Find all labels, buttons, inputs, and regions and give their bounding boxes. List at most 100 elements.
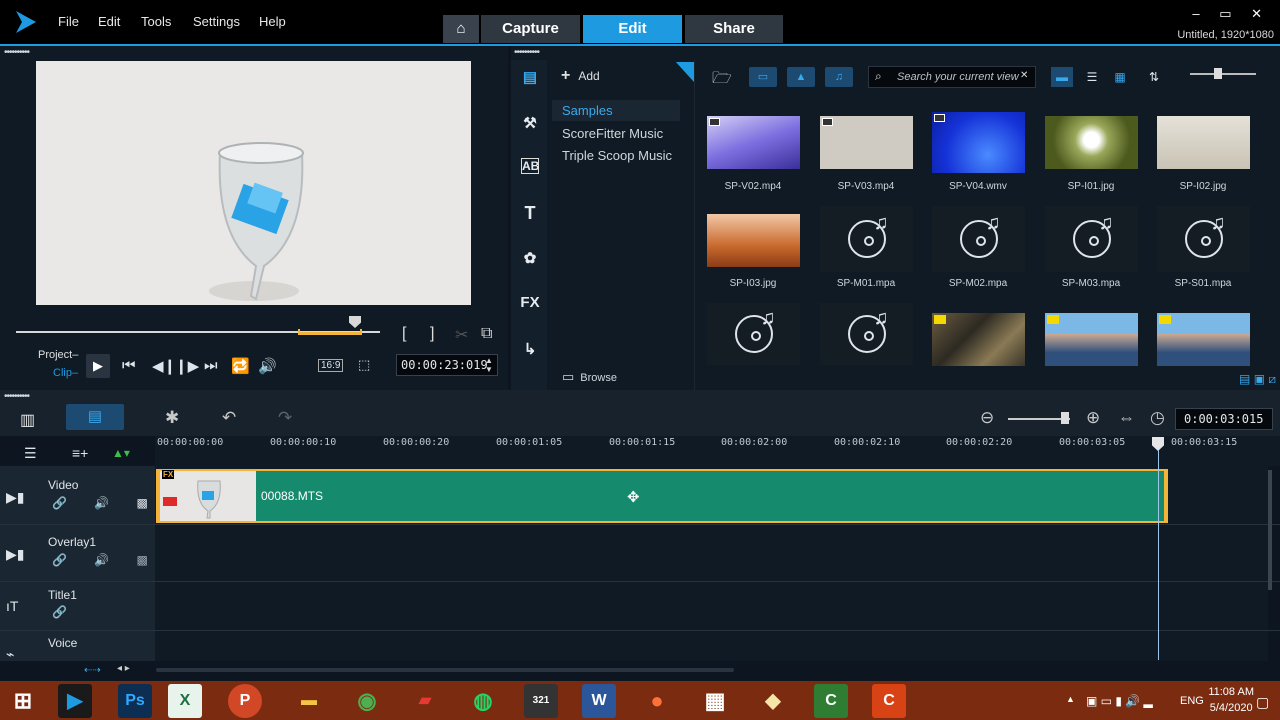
trim-selection[interactable] [298, 329, 362, 335]
aspect-ratio-button[interactable]: 16:9 [318, 359, 344, 372]
previous-frame-icon[interactable]: ◀❙ [152, 357, 176, 375]
media-thumb[interactable] [1045, 206, 1138, 272]
menu-file[interactable]: File [58, 14, 79, 29]
media-thumb[interactable] [932, 313, 1025, 366]
path-icon[interactable]: ↳ [518, 340, 542, 358]
filter-fx-icon[interactable]: FX [518, 294, 542, 311]
media-icon[interactable]: ▤ [518, 68, 542, 86]
powerpoint-taskbar-icon[interactable]: P [228, 684, 262, 718]
scroll-left-icon[interactable]: ◂ ▸ [117, 663, 130, 674]
add-track-icon[interactable]: ≡+ [72, 445, 88, 461]
vertical-scrollbar[interactable] [1268, 470, 1272, 590]
library-view-toggle[interactable]: ▤ ▣ ⧄ [1239, 372, 1276, 387]
thumbnail-size-knob[interactable] [1214, 68, 1222, 79]
clear-search-icon[interactable]: ✕ [1020, 70, 1028, 81]
redo-icon[interactable]: ↷ [278, 408, 292, 428]
timeline-zoom-knob[interactable] [1061, 412, 1069, 424]
show-videos-button[interactable]: ▭ [749, 67, 777, 87]
player-timecode[interactable]: 00:00:23:019 [396, 354, 498, 376]
timeline-view-button[interactable]: ▤ [66, 404, 124, 430]
thumbnail-size-slider[interactable] [1190, 73, 1256, 75]
book-app-icon[interactable]: ▰ [408, 684, 442, 718]
transition-icon[interactable]: AB [521, 158, 539, 174]
horizontal-scrollbar[interactable] [156, 668, 734, 672]
camtasia-recorder-icon[interactable]: C [872, 684, 906, 718]
sticky-notes-icon[interactable]: ◆ [756, 684, 790, 718]
window-controls[interactable]: – ▭ ✕ [1192, 6, 1270, 22]
media-thumb[interactable] [820, 206, 913, 272]
menu-tools[interactable]: Tools [141, 14, 171, 29]
thumbnail-view-icon[interactable]: ▬ [1051, 67, 1073, 87]
chrome-icon[interactable]: ◉ [350, 684, 384, 718]
tab-capture[interactable]: Capture [481, 15, 580, 43]
graphics-icon[interactable]: ✿ [518, 249, 542, 267]
timeline-grip[interactable]: •••••••••• [4, 392, 30, 402]
media-thumb[interactable] [1157, 313, 1250, 366]
grid-view-icon[interactable]: ▦ [1109, 67, 1131, 87]
browse-button[interactable]: ▭ Browse [562, 369, 617, 385]
show-audio-button[interactable]: ♫ [825, 67, 853, 87]
whatsapp-icon[interactable]: ◍ [466, 684, 500, 718]
camtasia-green-icon[interactable]: C [814, 684, 848, 718]
track-name-title1[interactable]: Title1 [48, 588, 77, 602]
media-thumb[interactable] [932, 206, 1025, 272]
track-name-video[interactable]: Video [48, 478, 78, 492]
chapter-marker-icon[interactable]: ▲▾ [112, 446, 130, 460]
import-media-icon[interactable]: 🗁 [712, 67, 732, 94]
repeat-icon[interactable]: 🔁 [231, 357, 250, 375]
clip-mode-label[interactable]: Clip– [53, 367, 78, 379]
video-track-controls[interactable]: 🔗 🔊 ▩ [52, 496, 160, 510]
mark-out-button[interactable]: ] [430, 325, 434, 343]
tab-edit[interactable]: Edit [583, 15, 682, 43]
media-thumb[interactable] [932, 112, 1025, 173]
firefox-icon[interactable]: ● [640, 684, 674, 718]
windows-start-icon[interactable]: ⊞ [6, 684, 40, 718]
media-thumb[interactable] [820, 116, 913, 169]
title-icon[interactable]: T [518, 203, 542, 224]
enlarge-preview-icon[interactable]: ⧉ [481, 325, 492, 343]
panel-grip[interactable]: •••••••••• [4, 48, 30, 58]
add-folder-button[interactable]: + Add [561, 67, 600, 85]
title-track-controls[interactable]: 🔗 [52, 605, 79, 619]
menu-help[interactable]: Help [259, 14, 286, 29]
media-thumb[interactable] [707, 214, 800, 267]
tray-icons[interactable]: ▣ ▭ ▮ 🔊 ▂ [1086, 694, 1153, 708]
ripple-edit-icon[interactable]: ⇠⇢ [84, 665, 101, 676]
folder-scorefitter-music[interactable]: ScoreFitter Music [562, 126, 663, 141]
track-manager-icon[interactable]: ☰ [24, 445, 37, 462]
zoom-out-icon[interactable]: ⊖ [980, 408, 994, 428]
crop-icon[interactable]: ⬚ [358, 357, 370, 373]
project-duration-icon[interactable]: ◷ [1150, 408, 1165, 428]
tools-icon[interactable]: ✱ [165, 408, 179, 428]
language-indicator[interactable]: ENG [1180, 695, 1204, 707]
next-frame-icon[interactable]: ❙▶ [175, 357, 199, 375]
track-name-voice[interactable]: Voice [48, 636, 77, 650]
split-clip-icon[interactable]: ✂ [455, 325, 468, 345]
file-explorer-icon[interactable]: ▬ [292, 684, 326, 718]
media-thumb[interactable] [1157, 206, 1250, 272]
timeline-timecode[interactable]: 0:00:03:015 [1175, 408, 1273, 430]
videostudio-taskbar-icon[interactable]: ▶ [58, 684, 92, 718]
project-mode-label[interactable]: Project– [38, 349, 78, 361]
media-thumb[interactable] [707, 116, 800, 169]
show-photos-button[interactable]: ▲ [787, 67, 815, 87]
system-clock[interactable]: 11:08 AM 5/4/2020 [1208, 686, 1254, 714]
media-thumb[interactable] [1045, 116, 1138, 169]
mark-in-button[interactable]: [ [402, 325, 406, 343]
track-name-overlay1[interactable]: Overlay1 [48, 535, 96, 549]
menu-settings[interactable]: Settings [193, 14, 240, 29]
photoshop-taskbar-icon[interactable]: Ps [118, 684, 152, 718]
tab-share[interactable]: Share [685, 15, 783, 43]
folder-samples[interactable]: Samples [562, 103, 613, 118]
overlay-track-icon[interactable]: ▶▮ [6, 546, 24, 563]
undo-icon[interactable]: ↶ [222, 408, 236, 428]
calendar-app-icon[interactable]: 321 [524, 684, 558, 718]
sort-icon[interactable]: ⇅ [1143, 67, 1165, 87]
play-button[interactable]: ▶ [86, 354, 110, 378]
preview-window[interactable] [36, 61, 471, 305]
media-thumb[interactable] [1157, 116, 1250, 169]
fit-project-icon[interactable]: ⇔ [1118, 408, 1135, 428]
menu-edit[interactable]: Edit [98, 14, 120, 29]
voice-track-icon[interactable]: ⌁ [6, 646, 14, 663]
volume-icon[interactable]: 🔊 [258, 357, 277, 375]
